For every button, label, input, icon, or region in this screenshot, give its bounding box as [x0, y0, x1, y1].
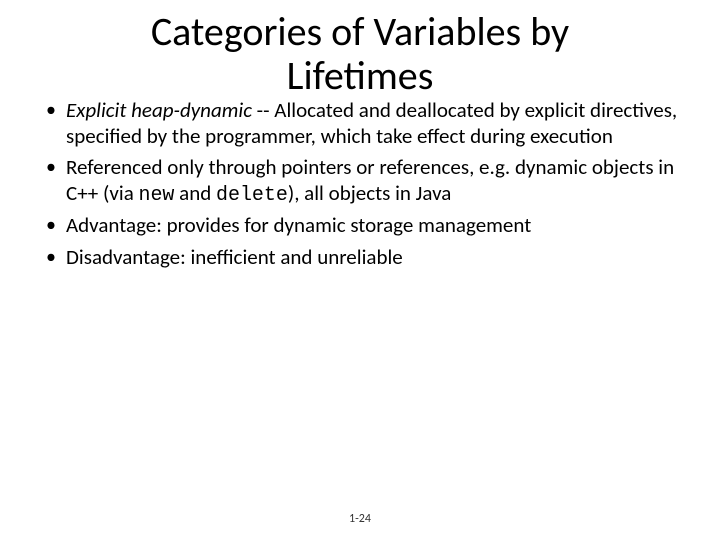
bullet-text: Disadvantage: inefficient and unreliable [66, 244, 403, 270]
bullet-text: Advantage: provides for dynamic storage … [66, 212, 531, 238]
bullet-item: Explicit heap-dynamic -- Allocated and d… [42, 98, 684, 149]
bullet-text: and [174, 180, 216, 206]
slide-title: Categories of Variables by Lifetimes [0, 0, 720, 98]
slide-body: Explicit heap-dynamic -- Allocated and d… [0, 98, 720, 270]
bullet-item: Disadvantage: inefficient and unreliable [42, 245, 684, 271]
bullet-item: Advantage: provides for dynamic storage … [42, 213, 684, 239]
bullet-list: Explicit heap-dynamic -- Allocated and d… [42, 98, 684, 270]
title-line-1: Categories of Variables by [151, 7, 569, 56]
code-delete: delete [216, 183, 288, 206]
bullet-item: Referenced only through pointers or refe… [42, 155, 684, 207]
title-line-2: Lifetimes [287, 51, 434, 100]
code-new: new [139, 183, 175, 206]
slide-number: 1-24 [0, 512, 720, 526]
bullet-text: ), all objects in Java [288, 180, 452, 206]
slide: Categories of Variables by Lifetimes Exp… [0, 0, 720, 540]
term-explicit-heap-dynamic: Explicit heap-dynamic [66, 97, 252, 123]
